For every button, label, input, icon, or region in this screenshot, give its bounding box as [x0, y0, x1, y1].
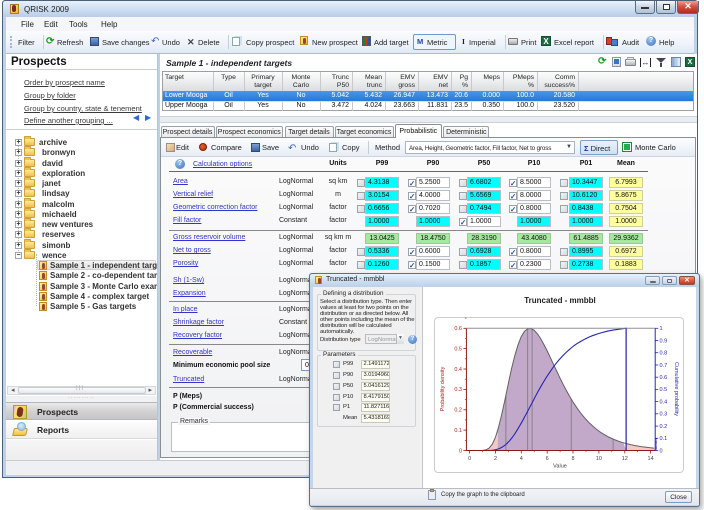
svg-text:0.8: 0.8 — [660, 351, 668, 357]
svg-text:8: 8 — [571, 456, 574, 462]
svg-text:Value: Value — [553, 464, 567, 470]
svg-text:4: 4 — [520, 456, 523, 462]
svg-text:0.1: 0.1 — [454, 428, 462, 434]
svg-text:0.9: 0.9 — [660, 338, 668, 344]
svg-text:0.4: 0.4 — [454, 367, 462, 373]
svg-text:0.6: 0.6 — [454, 326, 462, 332]
svg-text:0.2: 0.2 — [454, 408, 462, 414]
svg-text:0: 0 — [459, 448, 462, 454]
svg-text:1: 1 — [660, 326, 663, 332]
svg-text:Probability density: Probability density — [440, 366, 446, 411]
svg-text:Cumulative probability: Cumulative probability — [673, 362, 679, 416]
svg-text:0: 0 — [468, 456, 471, 462]
svg-text:0.5: 0.5 — [660, 387, 668, 393]
svg-text:0.2: 0.2 — [660, 424, 668, 430]
svg-text:6: 6 — [546, 456, 549, 462]
svg-text:12: 12 — [622, 456, 628, 462]
svg-text:0.1: 0.1 — [660, 436, 668, 442]
svg-text:14: 14 — [648, 456, 654, 462]
svg-text:0.3: 0.3 — [454, 387, 462, 393]
svg-text:10: 10 — [596, 456, 602, 462]
svg-text:0.3: 0.3 — [660, 412, 668, 418]
svg-text:0: 0 — [660, 448, 663, 454]
svg-text:0.4: 0.4 — [660, 399, 668, 405]
svg-text:0.6: 0.6 — [660, 375, 668, 381]
svg-text:0.5: 0.5 — [454, 346, 462, 352]
svg-text:2: 2 — [494, 456, 497, 462]
svg-text:0.7: 0.7 — [660, 363, 668, 369]
